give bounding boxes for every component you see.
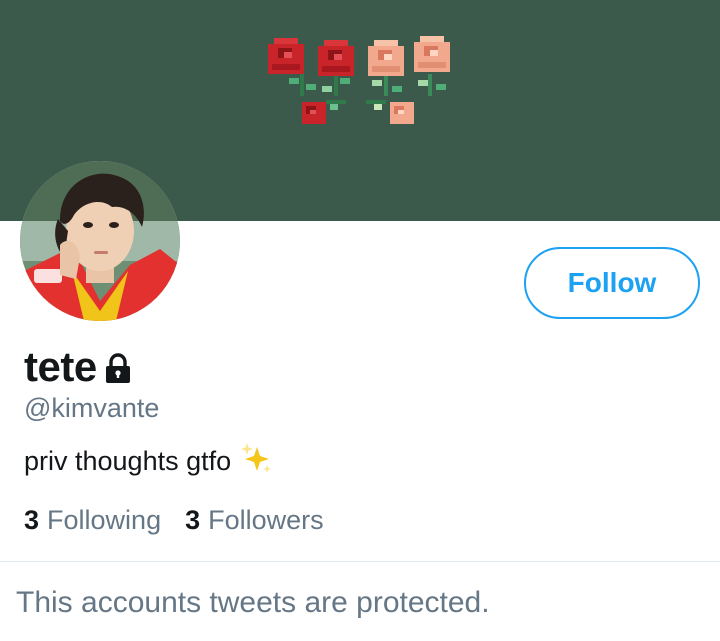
lock-icon — [101, 351, 135, 390]
section-divider — [0, 561, 720, 562]
following-count: 3 — [24, 505, 40, 535]
profile-page: Follow tete @kimvante priv thoughts gtfo… — [0, 0, 720, 641]
followers-count: 3 — [185, 505, 201, 535]
follow-button-label: Follow — [567, 267, 657, 298]
display-name-row: tete — [24, 343, 135, 391]
followers-label: Followers — [208, 505, 324, 535]
profile-handle: @kimvante — [24, 393, 160, 423]
profile-avatar[interactable] — [20, 161, 180, 321]
profile-bio: priv thoughts gtfo — [24, 441, 273, 482]
profile-stats: 3 Following 3 Followers — [24, 505, 324, 536]
avatar-photo — [20, 161, 180, 321]
following-stat[interactable]: 3 Following — [24, 505, 161, 536]
protected-tweets-message: This accounts tweets are protected. — [16, 586, 490, 619]
following-label: Following — [47, 505, 162, 535]
display-name: tete — [24, 343, 97, 390]
bio-text: priv thoughts gtfo — [24, 446, 232, 476]
followers-stat[interactable]: 3 Followers — [185, 505, 324, 536]
sparkles-icon — [239, 441, 273, 482]
follow-button[interactable]: Follow — [524, 247, 700, 319]
